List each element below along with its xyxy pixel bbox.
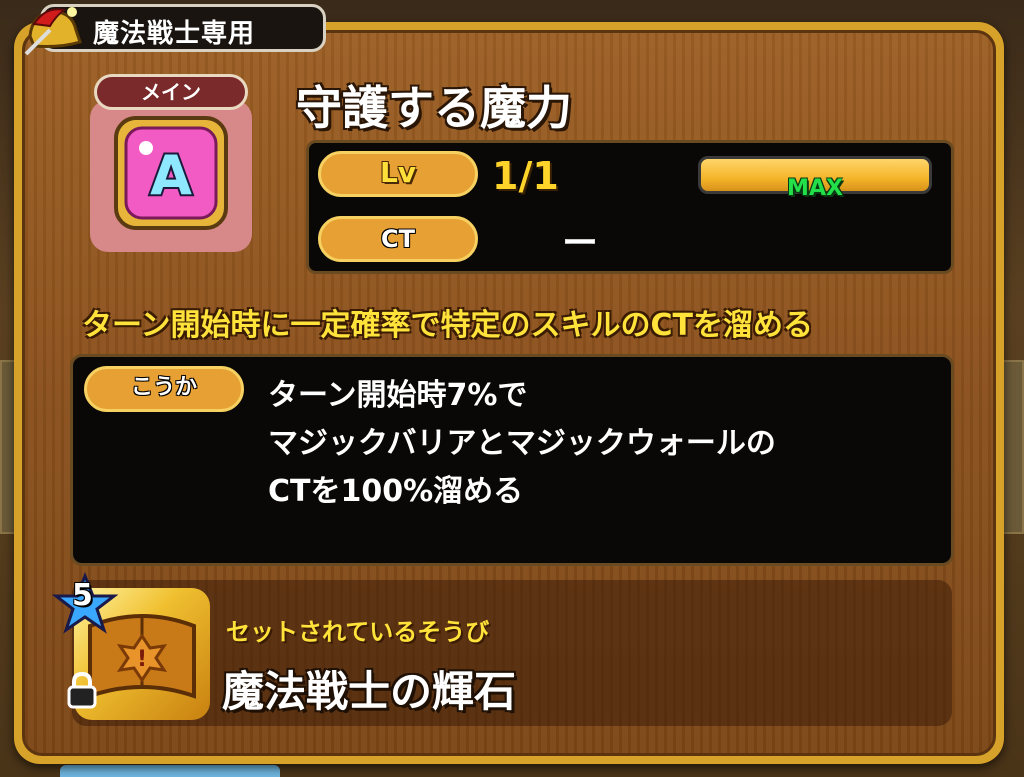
effect-pill: こうか: [84, 366, 244, 412]
bottom-strip: [60, 765, 280, 777]
equipment-subtitle: セットされているそうび: [226, 618, 490, 646]
skill-summary: ターン開始時に一定確率で特定のスキルのCTを溜める: [82, 308, 813, 343]
main-badge: メイン: [94, 74, 248, 110]
level-value: 1/1: [492, 154, 559, 198]
helmet-icon: [24, 7, 82, 56]
skill-name: 守護する魔力: [296, 81, 572, 135]
ct-value: ー: [562, 223, 599, 264]
ct-pill: CT: [318, 216, 478, 262]
level-pill: Lv: [318, 151, 478, 197]
max-label: MAX: [787, 176, 843, 201]
class-tag-label: 魔法戦士専用: [93, 19, 256, 49]
svg-text:!: !: [137, 647, 147, 672]
star-rank: 5: [72, 578, 93, 613]
effect-line: ターン開始時7%で: [268, 378, 528, 413]
effect-line: マジックバリアとマジックウォールの: [268, 426, 776, 461]
skill-icon-letter: A: [150, 144, 192, 207]
effect-line: CTを100%溜める: [268, 474, 524, 509]
skill-icon: A: [114, 116, 228, 230]
lock-icon: [67, 671, 97, 709]
equipment-name: 魔法戦士の輝石: [222, 667, 517, 716]
level-label: Lv: [379, 156, 417, 189]
effect-description: ターン開始時7%で マジックバリアとマジックウォールの CTを100%溜める: [268, 372, 928, 516]
